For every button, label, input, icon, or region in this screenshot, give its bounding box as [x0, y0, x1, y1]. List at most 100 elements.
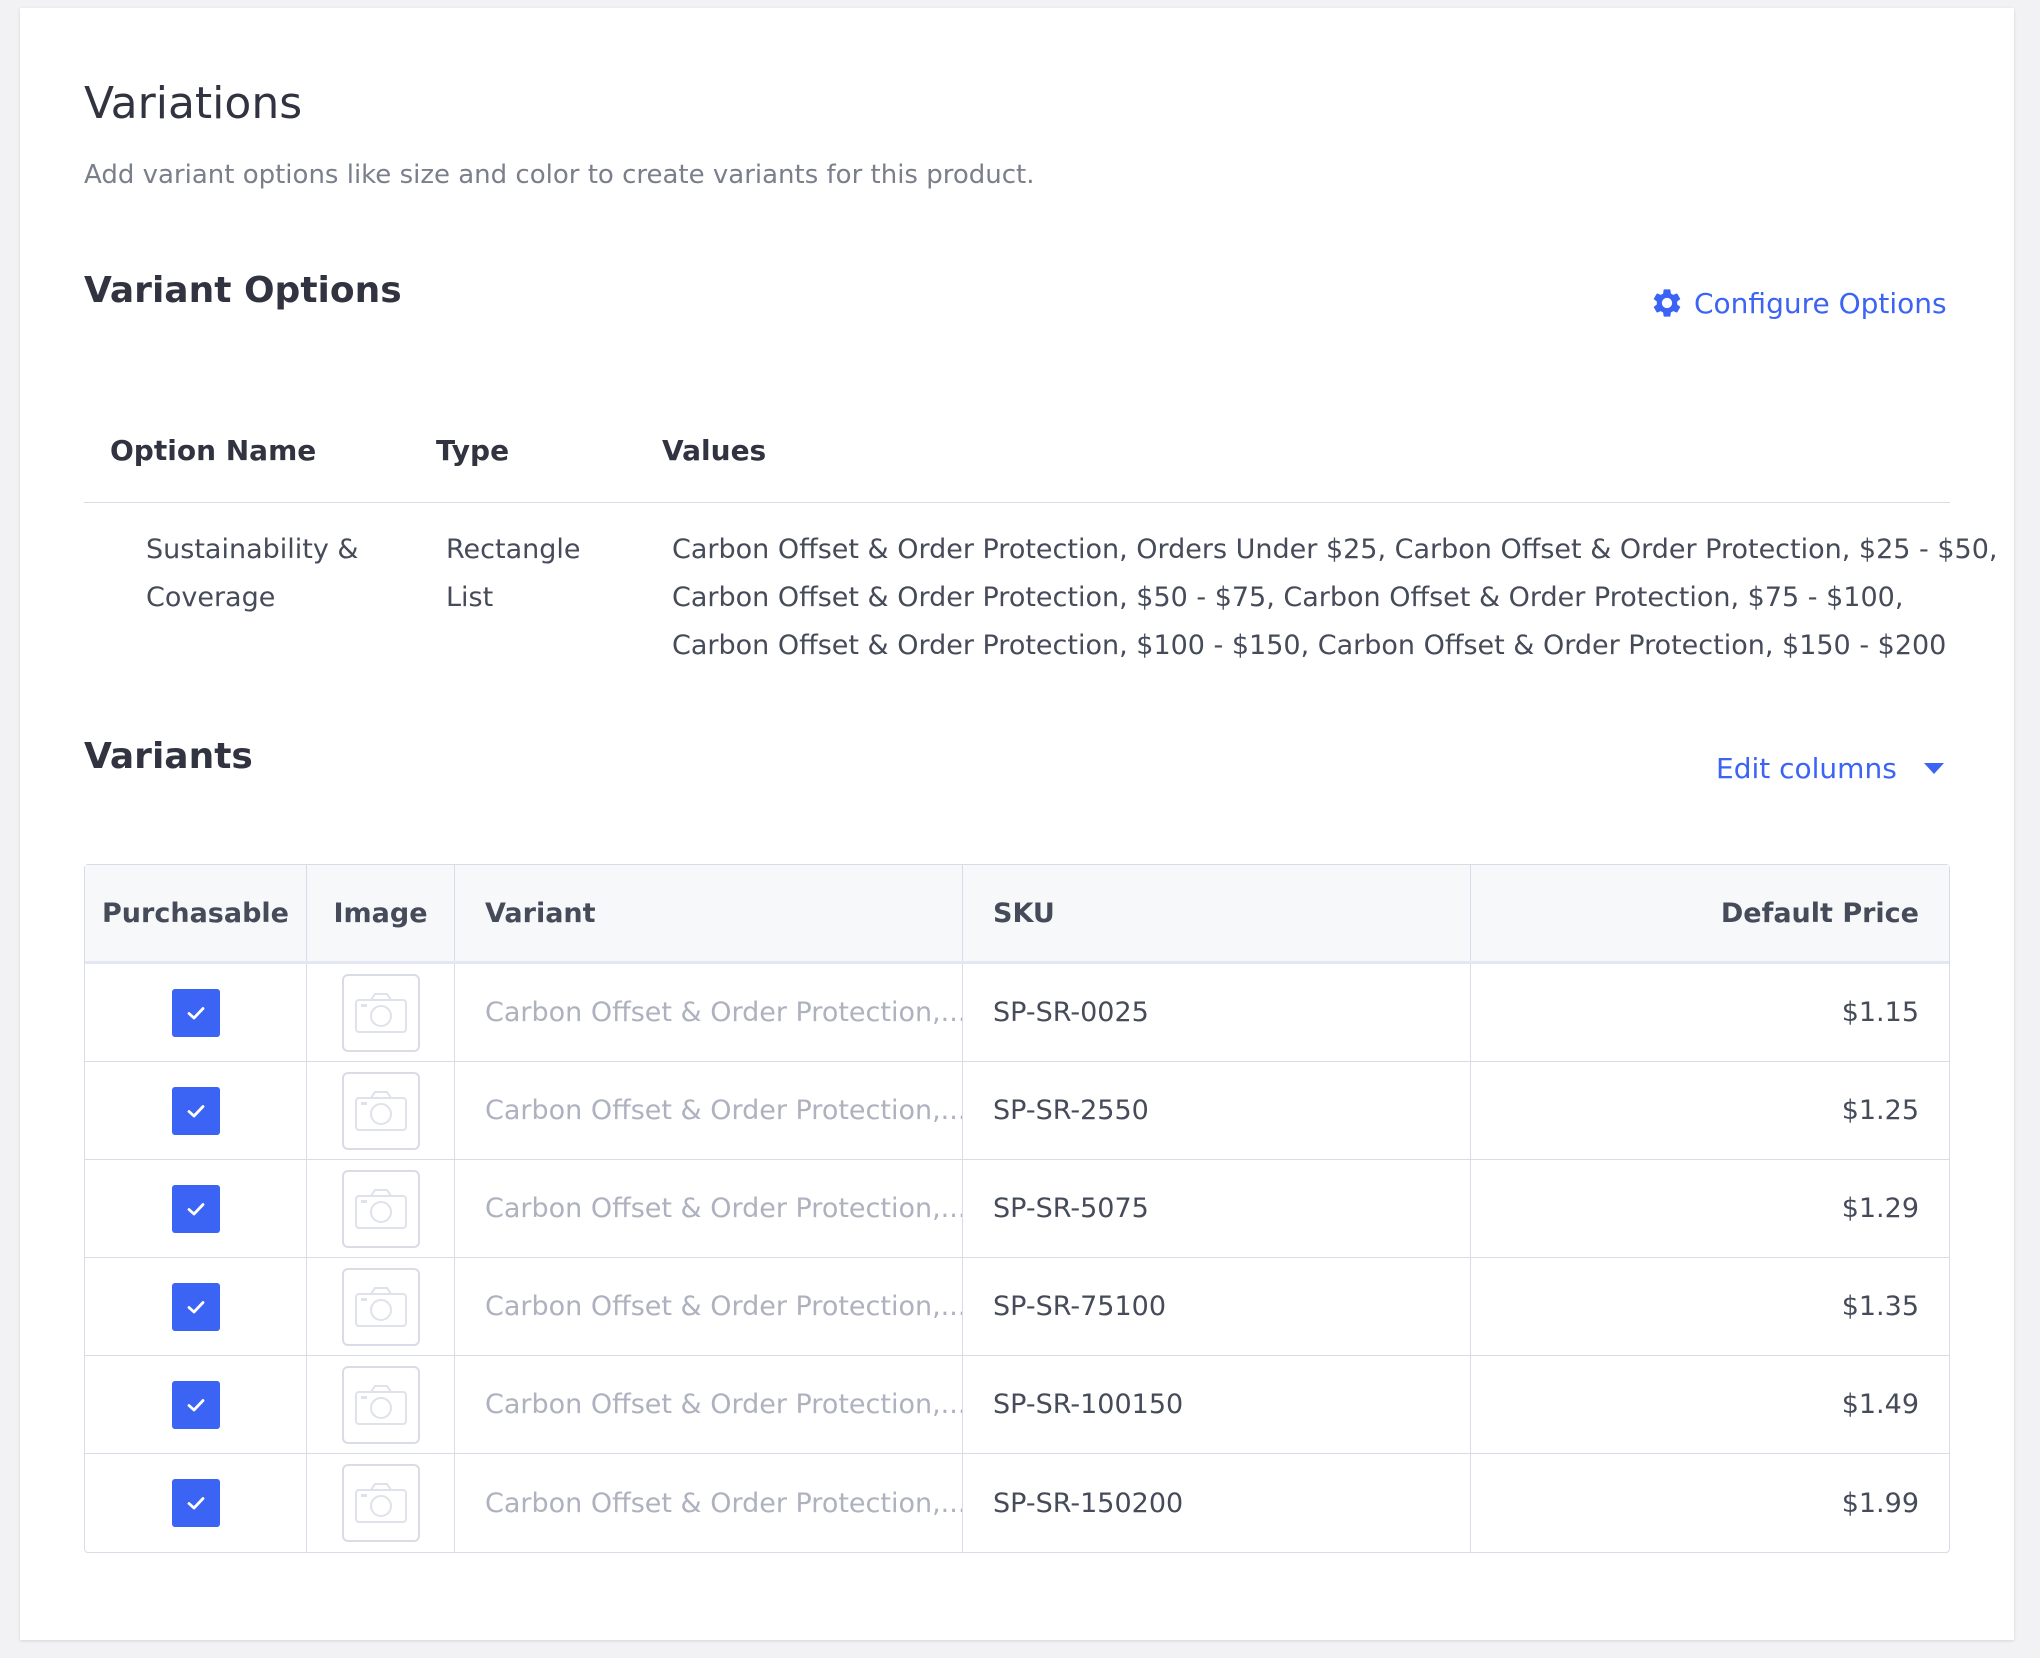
purchasable-cell [85, 1356, 307, 1453]
image-upload-button[interactable] [341, 1071, 420, 1150]
options-table-header: Option Name Type Values [84, 418, 1950, 503]
configure-options-button[interactable]: Configure Options [1650, 286, 1947, 320]
price-value: $1.15 [1841, 997, 1919, 1028]
checkmark-icon [184, 1099, 208, 1123]
sku-cell: SP-SR-75100 [963, 1258, 1471, 1355]
table-row: Carbon Offset & Order Protection,... SP-S… [85, 1258, 1949, 1356]
column-values: Values [662, 434, 767, 467]
camera-icon [353, 1285, 409, 1329]
price-value: $1.35 [1841, 1291, 1919, 1322]
column-purchasable: Purchasable [85, 865, 307, 961]
checkmark-icon [184, 1295, 208, 1319]
edit-columns-button[interactable]: Edit columns [1716, 752, 1945, 785]
table-row: Carbon Offset & Order Protection,... SP-S… [85, 1356, 1949, 1454]
camera-icon [353, 1481, 409, 1525]
edit-columns-label: Edit columns [1716, 752, 1897, 785]
variants-title: Variants [84, 736, 253, 777]
price-value: $1.99 [1841, 1487, 1919, 1519]
page-subtitle: Add variant options like size and color … [84, 160, 1035, 190]
sku-cell: SP-SR-150200 [963, 1454, 1471, 1552]
purchasable-checkbox[interactable] [171, 1184, 220, 1233]
variants-table-header: Purchasable Image Variant SKU Default Pr… [85, 865, 1949, 964]
option-name-line: Coverage [146, 582, 276, 613]
image-cell [307, 1356, 455, 1453]
column-default-price: Default Price [1720, 897, 1919, 929]
option-type-line: Rectangle [446, 534, 581, 565]
price-cell: $1.25 [1471, 1062, 1949, 1159]
sku-value: SP-SR-150200 [993, 1487, 1184, 1519]
option-type-line: List [446, 582, 494, 613]
image-upload-button[interactable] [341, 1365, 420, 1444]
image-upload-button[interactable] [341, 1169, 420, 1248]
purchasable-checkbox[interactable] [171, 1086, 220, 1135]
camera-icon [353, 1187, 409, 1231]
purchasable-checkbox[interactable] [171, 1380, 220, 1429]
purchasable-cell [85, 1062, 307, 1159]
variant-name: Carbon Offset & Order Protection,... [485, 1487, 963, 1519]
column-sku: SKU [963, 865, 1471, 961]
variant-cell: Carbon Offset & Order Protection,... [455, 1160, 963, 1257]
image-cell [307, 1160, 455, 1257]
sku-value: SP-SR-100150 [993, 1389, 1184, 1420]
configure-options-label: Configure Options [1694, 286, 1947, 320]
image-cell [307, 1258, 455, 1355]
gear-icon [1650, 286, 1684, 320]
sku-cell: SP-SR-5075 [963, 1160, 1471, 1257]
variant-name: Carbon Offset & Order Protection,... [485, 1389, 963, 1420]
image-cell [307, 964, 455, 1061]
table-row: Carbon Offset & Order Protection,... SP-S… [85, 964, 1949, 1062]
purchasable-cell [85, 964, 307, 1061]
purchasable-cell [85, 1160, 307, 1257]
purchasable-cell [85, 1258, 307, 1355]
purchasable-checkbox[interactable] [171, 1282, 220, 1331]
variant-name: Carbon Offset & Order Protection,... [485, 1291, 963, 1322]
price-cell: $1.35 [1471, 1258, 1949, 1355]
variations-card: Variations Add variant options like size… [20, 8, 2014, 1640]
column-image: Image [307, 865, 455, 961]
caret-down-icon [1923, 762, 1945, 776]
purchasable-cell [85, 1454, 307, 1552]
page-title: Variations [84, 78, 303, 129]
variants-table-body: Carbon Offset & Order Protection,... SP-S… [85, 964, 1949, 1552]
variant-name: Carbon Offset & Order Protection,... [485, 1095, 963, 1126]
variant-cell: Carbon Offset & Order Protection,... [455, 1356, 963, 1453]
image-upload-button[interactable] [341, 973, 420, 1052]
sku-cell: SP-SR-2550 [963, 1062, 1471, 1159]
image-cell [307, 1062, 455, 1159]
camera-icon [353, 1089, 409, 1133]
option-values-line: Carbon Offset & Order Protection, $50 - … [672, 582, 1904, 613]
variant-name: Carbon Offset & Order Protection,... [485, 1193, 963, 1224]
price-cell: $1.15 [1471, 964, 1949, 1061]
option-name-line: Sustainability & [146, 534, 359, 565]
image-upload-button[interactable] [341, 1267, 420, 1346]
variants-table: Purchasable Image Variant SKU Default Pr… [84, 864, 1950, 1553]
sku-value: SP-SR-0025 [993, 997, 1149, 1028]
checkmark-icon [184, 1197, 208, 1221]
price-value: $1.49 [1841, 1389, 1919, 1420]
purchasable-checkbox[interactable] [171, 1479, 220, 1527]
image-cell [307, 1454, 455, 1552]
purchasable-checkbox[interactable] [171, 988, 220, 1037]
sku-value: SP-SR-75100 [993, 1291, 1167, 1322]
price-cell: $1.49 [1471, 1356, 1949, 1453]
variant-name: Carbon Offset & Order Protection,... [485, 997, 963, 1028]
price-value: $1.25 [1841, 1095, 1919, 1126]
image-upload-button[interactable] [341, 1464, 420, 1542]
table-row: Carbon Offset & Order Protection,... SP-S… [85, 1062, 1949, 1160]
column-variant: Variant [455, 865, 963, 961]
option-values-line: Carbon Offset & Order Protection, Orders… [672, 534, 1998, 565]
variant-cell: Carbon Offset & Order Protection,... [455, 1258, 963, 1355]
camera-icon [353, 1383, 409, 1427]
checkmark-icon [184, 1491, 208, 1515]
checkmark-icon [184, 1001, 208, 1025]
sku-value: SP-SR-5075 [993, 1193, 1149, 1224]
checkmark-icon [184, 1393, 208, 1417]
price-value: $1.29 [1841, 1193, 1919, 1224]
sku-cell: SP-SR-100150 [963, 1356, 1471, 1453]
variant-cell: Carbon Offset & Order Protection,... [455, 1062, 963, 1159]
column-type: Type [436, 434, 510, 467]
price-cell: $1.99 [1471, 1454, 1949, 1552]
table-row: Carbon Offset & Order Protection,... SP-S… [85, 1454, 1949, 1552]
sku-value: SP-SR-2550 [993, 1095, 1149, 1126]
column-option-name: Option Name [110, 434, 317, 467]
